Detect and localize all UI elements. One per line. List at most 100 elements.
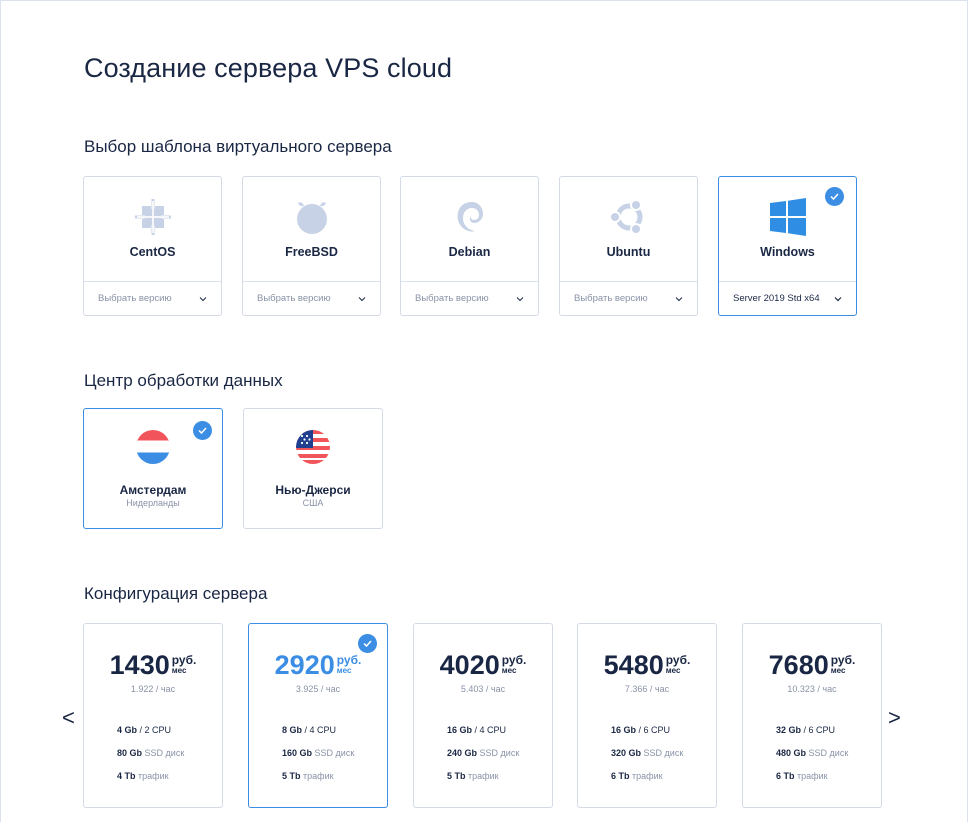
plan-price: 4020 <box>439 650 500 680</box>
price-unit: руб. мес <box>337 654 362 676</box>
disk-label: SSD диск <box>314 748 355 758</box>
plan-card[interactable]: 7680 руб. мес 10.323 / час 32 Gb / 6 CPU… <box>742 623 882 808</box>
price-row: 1430 руб. мес <box>84 650 222 680</box>
version-label: Выбрать версию <box>574 293 648 304</box>
spec-ram-cpu: 32 Gb / 6 CPU <box>776 725 835 735</box>
version-select[interactable]: Выбрать версию <box>98 281 207 316</box>
disk: 80 Gb <box>117 748 143 758</box>
spec-ram-cpu: 16 Gb / 6 CPU <box>611 725 670 735</box>
currency-label: руб. <box>830 653 856 667</box>
ram: 32 Gb <box>776 725 802 735</box>
hourly-price: 1.922 / час <box>130 684 176 694</box>
chevron-down-icon <box>516 296 524 301</box>
period-label: мес <box>171 666 187 675</box>
plan-card[interactable]: 2920 руб. мес 3.925 / час 8 Gb / 4 CPU 1… <box>248 623 388 808</box>
config-section-title: Конфигурация сервера <box>84 584 268 603</box>
spec-disk: 80 Gb SSD диск <box>117 748 184 758</box>
cpu: / 4 CPU <box>474 725 507 735</box>
disk: 240 Gb <box>447 748 478 758</box>
spec-ram-cpu: 8 Gb / 4 CPU <box>282 725 336 735</box>
ubuntu-icon <box>608 199 642 235</box>
cpu: / 6 CPU <box>803 725 836 735</box>
price-unit: руб. мес <box>831 654 856 676</box>
traffic: 6 Tb <box>776 771 795 781</box>
freebsd-icon <box>296 202 327 234</box>
centos-icon <box>134 199 171 235</box>
traffic-label: трафик <box>797 771 828 781</box>
os-name: FreeBSD <box>285 245 338 259</box>
os-card-debian[interactable]: Debian Выбрать версию <box>400 176 539 316</box>
page-frame: Создание сервера VPS cloud Выбор шаблона… <box>0 0 968 822</box>
version-label: Server 2019 Std x64 <box>733 293 820 304</box>
debian-icon <box>457 202 483 232</box>
spec-disk: 240 Gb SSD диск <box>447 748 519 758</box>
traffic: 5 Tb <box>447 771 466 781</box>
spec-disk: 480 Gb SSD диск <box>776 748 848 758</box>
os-card-freebsd[interactable]: FreeBSD Выбрать версию <box>242 176 381 316</box>
version-label: Выбрать версию <box>415 293 489 304</box>
spec-traffic: 6 Tb трафик <box>611 771 663 781</box>
cpu: / 2 CPU <box>139 725 172 735</box>
traffic-label: трафик <box>303 771 334 781</box>
disk: 320 Gb <box>611 748 642 758</box>
datacenter-card-new-jersey[interactable]: Нью-Джерси США <box>243 408 383 529</box>
hourly-price: 5.403 / час <box>460 684 506 694</box>
os-name: Debian <box>448 245 491 259</box>
traffic-label: трафик <box>468 771 499 781</box>
page-title: Создание сервера VPS cloud <box>84 53 453 83</box>
hourly-price: 3.925 / час <box>295 684 341 694</box>
period-label: мес <box>336 666 352 675</box>
ram: 16 Gb <box>611 725 637 735</box>
traffic: 5 Tb <box>282 771 301 781</box>
cpu: / 4 CPU <box>304 725 337 735</box>
version-select[interactable]: Выбрать версию <box>574 281 683 316</box>
disk-label: SSD диск <box>479 748 520 758</box>
price-unit: руб. мес <box>666 654 691 676</box>
spec-traffic: 4 Tb трафик <box>117 771 169 781</box>
datacenter-card-amsterdam[interactable]: Амстердам Нидерланды <box>83 408 223 529</box>
price-row: 7680 руб. мес <box>743 650 881 680</box>
plan-card[interactable]: 5480 руб. мес 7.366 / час 16 Gb / 6 CPU … <box>577 623 717 808</box>
spec-ram-cpu: 16 Gb / 4 CPU <box>447 725 506 735</box>
version-select[interactable]: Выбрать версию <box>257 281 366 316</box>
selected-check-icon <box>193 421 212 440</box>
netherlands-flag-icon <box>136 430 170 464</box>
chevron-down-icon <box>834 296 842 301</box>
price-row: 5480 руб. мес <box>578 650 716 680</box>
ram: 8 Gb <box>282 725 303 735</box>
spec-traffic: 5 Tb трафик <box>282 771 334 781</box>
currency-label: руб. <box>336 653 362 667</box>
currency-label: руб. <box>665 653 691 667</box>
os-card-windows[interactable]: Windows Server 2019 Std x64 <box>718 176 857 316</box>
disk-label: SSD диск <box>643 748 684 758</box>
traffic: 6 Tb <box>611 771 630 781</box>
plan-price: 5480 <box>603 650 664 680</box>
chevron-down-icon <box>675 296 683 301</box>
traffic: 4 Tb <box>117 771 136 781</box>
selected-check-icon <box>825 187 844 206</box>
next-arrow-button[interactable]: > <box>888 707 901 729</box>
price-row: 4020 руб. мес <box>414 650 552 680</box>
chevron-down-icon <box>358 296 366 301</box>
currency-label: руб. <box>501 653 527 667</box>
traffic-label: трафик <box>632 771 663 781</box>
price-row: 2920 руб. мес <box>249 650 387 680</box>
prev-arrow-button[interactable]: < <box>62 707 75 729</box>
template-section-title: Выбор шаблона виртуального сервера <box>84 137 392 156</box>
version-select[interactable]: Выбрать версию <box>415 281 524 316</box>
period-label: мес <box>665 666 681 675</box>
disk-label: SSD диск <box>144 748 185 758</box>
datacenter-country: США <box>302 498 324 508</box>
version-select[interactable]: Server 2019 Std x64 <box>733 281 842 316</box>
spec-disk: 320 Gb SSD диск <box>611 748 683 758</box>
os-card-centos[interactable]: CentOS Выбрать версию <box>83 176 222 316</box>
plan-card[interactable]: 1430 руб. мес 1.922 / час 4 Gb / 2 CPU 8… <box>83 623 223 808</box>
period-label: мес <box>501 666 517 675</box>
price-unit: руб. мес <box>172 654 197 676</box>
plan-card[interactable]: 4020 руб. мес 5.403 / час 16 Gb / 4 CPU … <box>413 623 553 808</box>
os-card-ubuntu[interactable]: Ubuntu Выбрать версию <box>559 176 698 316</box>
currency-label: руб. <box>171 653 197 667</box>
version-label: Выбрать версию <box>257 293 331 304</box>
datacenter-section-title: Центр обработки данных <box>84 371 283 390</box>
disk: 160 Gb <box>282 748 313 758</box>
